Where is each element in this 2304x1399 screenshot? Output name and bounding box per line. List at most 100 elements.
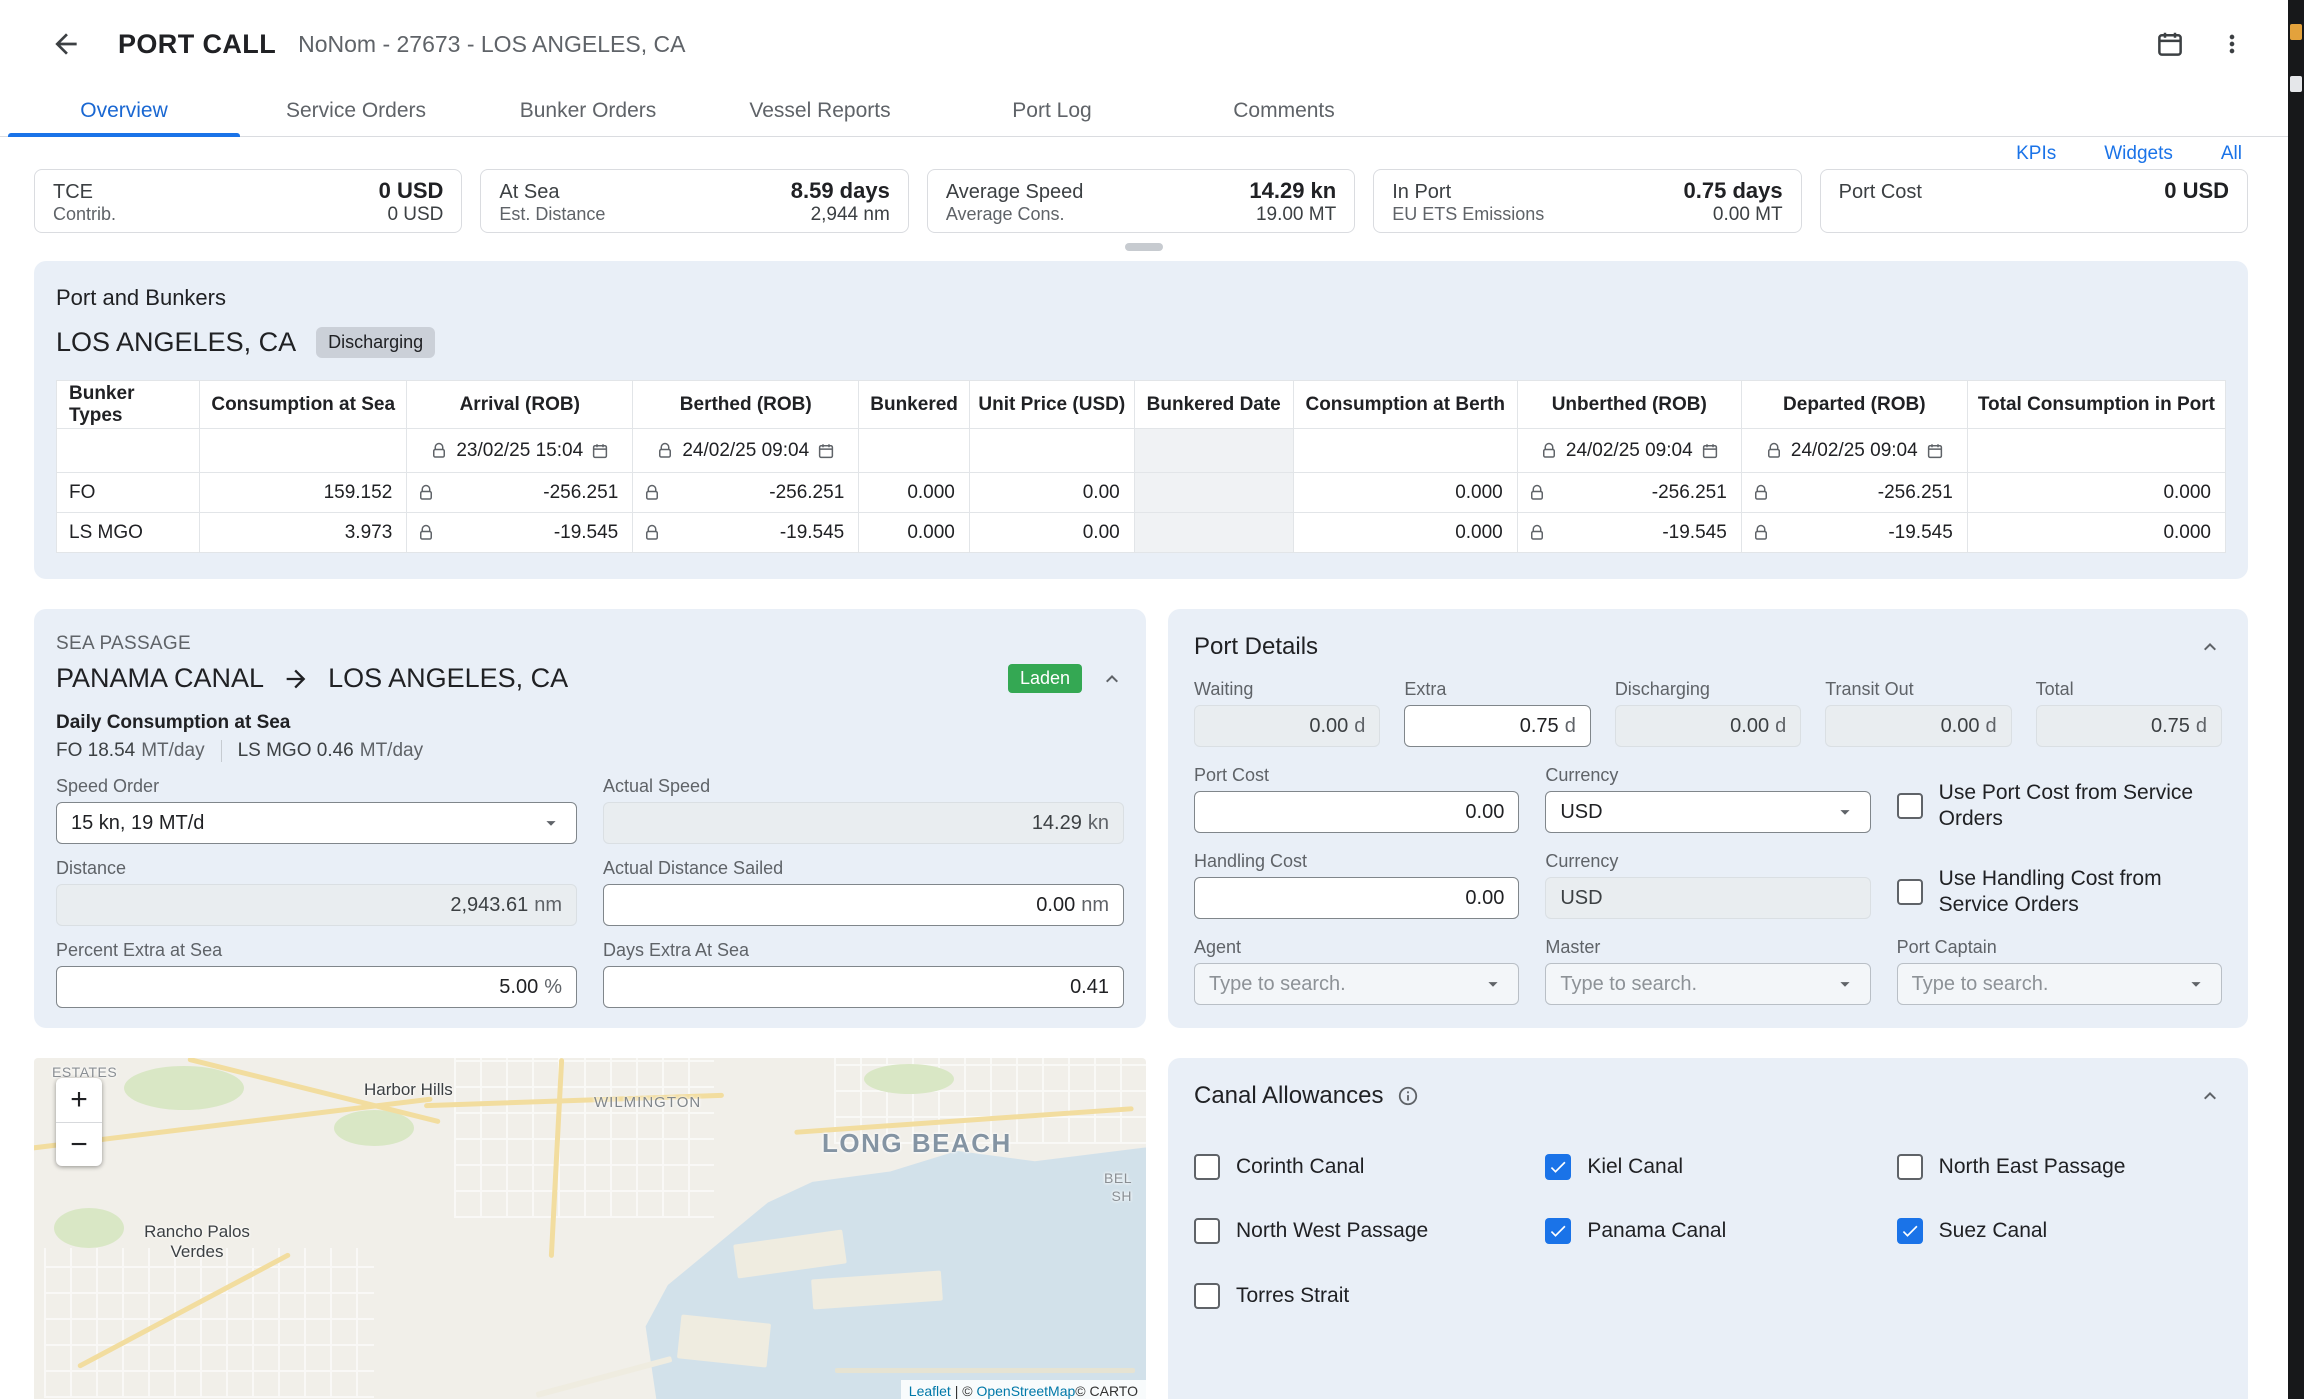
zoom-out-button[interactable]: − xyxy=(56,1122,102,1166)
departed-rob-cell[interactable]: -256.251 xyxy=(1741,473,1967,513)
canal-option-panama[interactable]: Panama Canal xyxy=(1545,1218,1870,1244)
canal-option-suez[interactable]: Suez Canal xyxy=(1897,1218,2222,1244)
info-icon[interactable] xyxy=(1397,1085,1419,1107)
back-button[interactable] xyxy=(48,26,84,62)
lock-icon xyxy=(643,524,661,542)
collapse-sea-passage-button[interactable] xyxy=(1100,667,1124,691)
berthed-rob-cell[interactable]: -19.545 xyxy=(633,513,859,553)
lock-icon xyxy=(1528,524,1546,542)
lock-icon xyxy=(1752,484,1770,502)
tab-overview[interactable]: Overview xyxy=(8,88,240,136)
transit-out-group: Transit Out 0.00d xyxy=(1825,679,2011,747)
unberthed-rob-cell[interactable]: -19.545 xyxy=(1517,513,1741,553)
consumption-at-sea-cell[interactable]: 3.973 xyxy=(200,513,407,553)
actual-distance-sailed-field[interactable]: 0.00nm xyxy=(603,884,1124,926)
unberthed-date-field[interactable]: 24/02/25 09:04 xyxy=(1518,440,1741,462)
use-port-cost-checkbox-row[interactable]: Use Port Cost from Service Orders xyxy=(1897,779,2222,833)
extra-field[interactable]: 0.75d xyxy=(1404,705,1590,747)
canal-option-north-west-passage[interactable]: North West Passage xyxy=(1194,1218,1519,1244)
north-west-passage-checkbox[interactable] xyxy=(1194,1218,1220,1244)
actual-speed-field: 14.29kn xyxy=(603,802,1124,844)
kpi-card-tce: TCE0 USD Contrib.0 USD xyxy=(34,169,462,233)
canal-allowances-title: Canal Allowances xyxy=(1194,1082,1383,1110)
osm-link[interactable]: OpenStreetMap xyxy=(976,1383,1075,1399)
master-search-input[interactable]: Type to search. xyxy=(1545,963,1870,1005)
kpi-drag-handle[interactable] xyxy=(1125,243,1163,251)
bunkered-date-cell[interactable] xyxy=(1134,513,1293,553)
agent-group: Agent Type to search. xyxy=(1194,937,1519,1005)
consumption-at-berth-cell[interactable]: 0.000 xyxy=(1293,473,1517,513)
zoom-in-button[interactable]: + xyxy=(56,1078,102,1122)
tab-service-orders[interactable]: Service Orders xyxy=(240,88,472,136)
laden-badge: Laden xyxy=(1008,664,1082,693)
unit-price-cell[interactable]: 0.00 xyxy=(969,473,1134,513)
percent-extra-field[interactable]: 5.00% xyxy=(56,966,577,1008)
tab-vessel-reports[interactable]: Vessel Reports xyxy=(704,88,936,136)
unit-price-cell[interactable]: 0.00 xyxy=(969,513,1134,553)
link-kpis[interactable]: KPIs xyxy=(2016,143,2056,165)
torres-strait-checkbox[interactable] xyxy=(1194,1283,1220,1309)
consumption-at-sea-cell[interactable]: 159.152 xyxy=(200,473,407,513)
waiting-field: 0.00d xyxy=(1194,705,1380,747)
canal-option-corinth[interactable]: Corinth Canal xyxy=(1194,1154,1519,1180)
panama-canal-checkbox[interactable] xyxy=(1545,1218,1571,1244)
link-widgets[interactable]: Widgets xyxy=(2104,143,2173,165)
table-row-ls-mgo: LS MGO 3.973 -19.545 -19.545 0.000 0.00 … xyxy=(57,513,2226,553)
canal-option-kiel[interactable]: Kiel Canal xyxy=(1545,1154,1870,1180)
canal-option-torres-strait[interactable]: Torres Strait xyxy=(1194,1283,1519,1309)
berthed-date-field[interactable]: 24/02/25 09:04 xyxy=(633,440,858,462)
bunkered-cell[interactable]: 0.000 xyxy=(859,513,970,553)
fo-consumption-unit: MT/day xyxy=(141,740,204,762)
link-all[interactable]: All xyxy=(2221,143,2242,165)
chevron-down-icon xyxy=(540,812,562,834)
kpi-label: Average Speed xyxy=(946,181,1084,204)
leaflet-link[interactable]: Leaflet xyxy=(909,1383,951,1399)
departed-rob-cell[interactable]: -19.545 xyxy=(1741,513,1967,553)
checkbox-label: Panama Canal xyxy=(1587,1218,1726,1244)
use-handling-cost-checkbox[interactable] xyxy=(1897,879,1923,905)
field-label: Master xyxy=(1545,937,1870,958)
currency-select[interactable]: USD xyxy=(1545,791,1870,833)
kiel-canal-checkbox[interactable] xyxy=(1545,1154,1571,1180)
lock-icon xyxy=(1540,442,1558,460)
speed-order-select[interactable]: 15 kn, 19 MT/d xyxy=(56,802,577,844)
berthed-rob-cell[interactable]: -256.251 xyxy=(633,473,859,513)
use-port-cost-checkbox[interactable] xyxy=(1897,793,1923,819)
map-label-wilmington: WILMINGTON xyxy=(594,1094,701,1111)
consumption-at-berth-cell[interactable]: 0.000 xyxy=(1293,513,1517,553)
collapse-canal-allowances-button[interactable] xyxy=(2198,1084,2222,1108)
port-cost-field[interactable]: 0.00 xyxy=(1194,791,1519,833)
map-label-harbor-hills: Harbor Hills xyxy=(364,1080,453,1100)
canal-option-north-east-passage[interactable]: North East Passage xyxy=(1897,1154,2222,1180)
actual-distance-group: Actual Distance Sailed 0.00nm xyxy=(603,858,1124,926)
suez-canal-checkbox[interactable] xyxy=(1897,1218,1923,1244)
distance-group: Distance 2,943.61nm xyxy=(56,858,577,926)
tab-bunker-orders[interactable]: Bunker Orders xyxy=(472,88,704,136)
more-menu-button[interactable] xyxy=(2212,24,2252,64)
north-east-passage-checkbox[interactable] xyxy=(1897,1154,1923,1180)
calendar-icon xyxy=(591,442,609,460)
handling-cost-field[interactable]: 0.00 xyxy=(1194,877,1519,919)
calendar-button[interactable] xyxy=(2150,24,2190,64)
use-handling-cost-checkbox-row[interactable]: Use Handling Cost from Service Orders xyxy=(1897,865,2222,919)
unberthed-rob-cell[interactable]: -256.251 xyxy=(1517,473,1741,513)
chevron-down-icon xyxy=(1834,973,1856,995)
tab-bar: Overview Service Orders Bunker Orders Ve… xyxy=(0,88,2288,137)
col-unberthed-rob: Unberthed (ROB) xyxy=(1517,381,1741,429)
port-captain-search-input[interactable]: Type to search. xyxy=(1897,963,2222,1005)
arrival-rob-cell[interactable]: -256.251 xyxy=(407,473,633,513)
port-map[interactable]: ESTATES Harbor Hills WILMINGTON LONG BEA… xyxy=(34,1058,1146,1399)
departed-date-field[interactable]: 24/02/25 09:04 xyxy=(1742,440,1967,462)
corinth-canal-checkbox[interactable] xyxy=(1194,1154,1220,1180)
arrival-rob-cell[interactable]: -19.545 xyxy=(407,513,633,553)
side-panel-tab-icon[interactable] xyxy=(2290,76,2302,92)
tab-port-log[interactable]: Port Log xyxy=(936,88,1168,136)
tab-comments[interactable]: Comments xyxy=(1168,88,1400,136)
days-extra-field[interactable]: 0.41 xyxy=(603,966,1124,1008)
collapse-port-details-button[interactable] xyxy=(2198,635,2222,659)
side-panel-tab-icon[interactable] xyxy=(2290,24,2302,40)
agent-search-input[interactable]: Type to search. xyxy=(1194,963,1519,1005)
bunkered-date-cell[interactable] xyxy=(1134,473,1293,513)
arrival-date-field[interactable]: 23/02/25 15:04 xyxy=(407,440,632,462)
bunkered-cell[interactable]: 0.000 xyxy=(859,473,970,513)
